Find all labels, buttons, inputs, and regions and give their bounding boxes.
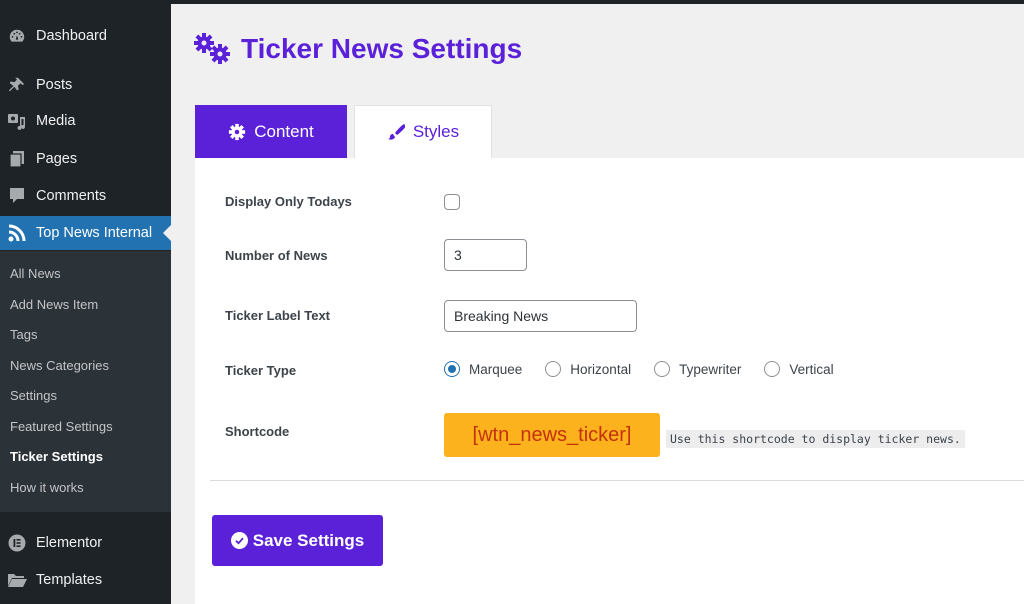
tab-label: Styles [412, 122, 460, 141]
dashboard-icon [7, 26, 27, 46]
sidebar-item-posts[interactable]: Posts [0, 68, 171, 102]
submenu-item-settings[interactable]: Settings [10, 388, 57, 403]
radio-option-typewriter[interactable]: Typewriter [654, 361, 741, 377]
divider [210, 480, 1024, 481]
submenu-item-news-categories[interactable]: News Categories [10, 358, 109, 373]
shortcode-label: Shortcode [225, 424, 290, 439]
main-content: Ticker News Settings Content Styles Disp… [171, 4, 1024, 604]
radio-option-vertical[interactable]: Vertical [764, 361, 834, 377]
pin-icon [7, 75, 27, 95]
rss-icon [7, 223, 27, 243]
brush-icon [387, 123, 406, 141]
display-only-todays-checkbox[interactable] [444, 194, 460, 210]
media-icon [7, 111, 27, 131]
submenu-item-how-it-works[interactable]: How it works [10, 480, 84, 495]
folder-icon [7, 570, 27, 590]
ticker-label-text-label: Ticker Label Text [225, 308, 331, 323]
display-only-todays-label: Display Only Todays [225, 194, 352, 209]
radio-option-marquee[interactable]: Marquee [444, 361, 522, 377]
number-of-news-input[interactable] [444, 239, 527, 271]
radio-vertical[interactable] [764, 361, 781, 377]
sidebar-item-label: Comments [36, 188, 107, 204]
sidebar-item-label: Media [36, 113, 76, 129]
sidebar-item-label: Posts [36, 77, 73, 93]
shortcode-hint: Use this shortcode to display ticker new… [666, 430, 965, 448]
number-of-news-label: Number of News [225, 248, 328, 263]
sidebar-item-pages[interactable]: Pages [0, 142, 171, 176]
sidebar-item-comments[interactable]: Comments [0, 179, 171, 213]
sidebar-item-media[interactable]: Media [0, 104, 171, 138]
radio-option-horizontal[interactable]: Horizontal [545, 361, 631, 377]
sidebar-item-label: Pages [36, 151, 78, 167]
sidebar-item-elementor[interactable]: Elementor [0, 526, 171, 560]
sidebar-item-dashboard[interactable]: Dashboard [0, 19, 171, 53]
shortcode-value[interactable]: [wtn_news_ticker] [444, 413, 660, 457]
tab-label: Content [254, 121, 314, 141]
radio-typewriter[interactable] [654, 361, 671, 377]
admin-sidebar: Dashboard Posts Media Pages Comments Top… [0, 0, 171, 604]
radio-horizontal[interactable] [545, 361, 562, 377]
sidebar-item-label: Top News Internal [36, 225, 153, 241]
radio-label: Typewriter [679, 361, 742, 377]
page-title: Ticker News Settings [193, 32, 522, 66]
gear-icon [228, 123, 246, 141]
submenu-item-tags[interactable]: Tags [10, 327, 37, 342]
radio-label: Vertical [789, 361, 834, 377]
submenu-item-ticker-settings[interactable]: Ticker Settings [10, 449, 103, 464]
ticker-type-label: Ticker Type [225, 363, 297, 378]
save-label: Save Settings [252, 530, 365, 550]
save-settings-button[interactable]: Save Settings [212, 515, 383, 566]
tab-styles[interactable]: Styles [354, 105, 492, 158]
radio-label: Horizontal [570, 361, 632, 377]
check-circle-icon [230, 532, 248, 549]
settings-panel: Display Only Todays Number of News Ticke… [195, 158, 1024, 604]
comment-icon [7, 186, 27, 206]
submenu-item-add-news-item[interactable]: Add News Item [10, 297, 98, 312]
submenu: All News Add News Item Tags News Categor… [0, 251, 171, 512]
elementor-icon [7, 533, 27, 553]
sidebar-item-label: Dashboard [36, 28, 107, 44]
pages-icon [7, 149, 27, 169]
page-title-text: Ticker News Settings [241, 33, 523, 64]
sidebar-item-top-news-internal[interactable]: Top News Internal [0, 216, 171, 250]
sidebar-item-label: Elementor [36, 535, 103, 551]
submenu-item-all-news[interactable]: All News [10, 266, 61, 281]
tab-content[interactable]: Content [195, 105, 347, 158]
radio-marquee[interactable] [444, 361, 460, 377]
ticker-label-text-input[interactable] [444, 300, 637, 332]
sidebar-item-templates[interactable]: Templates [0, 563, 171, 597]
ticker-type-radio-group: Marquee Horizontal Typewriter Vertical [444, 361, 857, 377]
sidebar-item-label: Templates [36, 572, 103, 588]
radio-label: Marquee [469, 361, 523, 377]
submenu-item-featured-settings[interactable]: Featured Settings [10, 419, 113, 434]
gears-icon [193, 32, 233, 66]
